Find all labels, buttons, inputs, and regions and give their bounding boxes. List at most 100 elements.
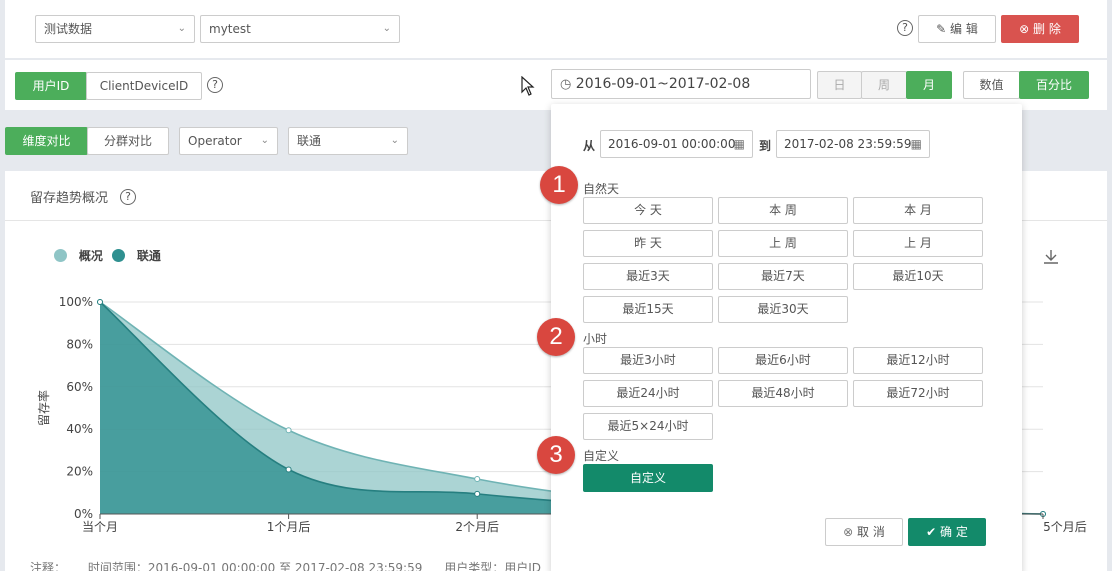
natural-day-option-6[interactable]: 最近3天 — [583, 263, 713, 290]
footer-user-type: 用户类型：用户ID — [444, 561, 541, 571]
from-datetime-value: 2016-09-01 00:00:00 — [608, 137, 736, 151]
badge-3: 3 — [537, 436, 575, 474]
data-point — [285, 466, 292, 473]
chevron-down-icon: ⌄ — [177, 23, 186, 34]
natural-day-option-4[interactable]: 上 周 — [718, 230, 848, 257]
project-select[interactable]: mytest ⌄ — [200, 15, 400, 43]
footer-note-label: 注释： — [30, 561, 67, 571]
hours-option-4[interactable]: 最近48小时 — [718, 380, 848, 407]
download-icon[interactable] — [1043, 249, 1059, 265]
x-tick-label: 5个月后 — [1043, 520, 1087, 534]
hours-option-6[interactable]: 最近5×24小时 — [583, 413, 713, 440]
legend-label-overview: 概况 — [78, 249, 103, 263]
natural-day-option-3[interactable]: 昨 天 — [583, 230, 713, 257]
calendar-icon: ▦ — [910, 137, 922, 151]
x-tick-label: 当个月 — [82, 520, 118, 534]
legend-item-overview[interactable]: 概况 — [54, 247, 103, 264]
filter-value-select[interactable]: 联通 ⌄ — [288, 127, 408, 155]
calendar-icon: ▦ — [733, 137, 745, 151]
legend-swatch-overview — [54, 249, 67, 262]
filter-field-select[interactable]: Operator ⌄ — [179, 127, 278, 155]
check-circle-icon: ✔ — [926, 525, 937, 539]
hours-option-3[interactable]: 最近24小时 — [583, 380, 713, 407]
to-datetime-input[interactable]: 2017-02-08 23:59:59 ▦ — [776, 130, 930, 158]
percent-mode-button[interactable]: 百分比 — [1019, 71, 1089, 99]
data-point — [474, 476, 481, 483]
data-point — [285, 427, 292, 434]
natural-day-label: 自然天 — [583, 182, 620, 196]
delete-label: 删 除 — [1033, 22, 1061, 36]
granularity-week-button[interactable]: 周 — [861, 71, 907, 99]
y-tick-label: 100% — [59, 295, 93, 309]
filter-field-value: Operator — [188, 134, 242, 148]
hours-option-1[interactable]: 最近6小时 — [718, 347, 848, 374]
custom-label: 自定义 — [583, 449, 620, 463]
data-point — [97, 299, 103, 305]
from-label: 从 — [583, 139, 596, 153]
value-mode-button[interactable]: 数值 — [963, 71, 1020, 99]
hours-option-2[interactable]: 最近12小时 — [853, 347, 983, 374]
cancel-button[interactable]: ⊗ 取 消 — [825, 518, 903, 546]
legend-swatch-unicom — [112, 249, 125, 262]
x-tick-label: 2个月后 — [455, 520, 499, 534]
natural-day-option-1[interactable]: 本 周 — [718, 197, 848, 224]
x-tick-label: 1个月后 — [267, 520, 311, 534]
close-circle-icon: ⊗ — [1019, 22, 1030, 36]
y-tick-label: 40% — [66, 422, 93, 436]
edit-label: 编 辑 — [950, 22, 978, 36]
confirm-label: 确 定 — [940, 525, 968, 539]
help-icon[interactable]: ? — [897, 20, 913, 36]
mouse-cursor-icon — [521, 76, 535, 96]
chevron-down-icon: ⌄ — [382, 23, 391, 34]
confirm-button[interactable]: ✔ 确 定 — [908, 518, 986, 546]
y-tick-label: 0% — [74, 507, 93, 521]
custom-button[interactable]: 自定义 — [583, 464, 713, 492]
tab-dimension-compare[interactable]: 维度对比 — [5, 127, 88, 155]
tab-client-device-id[interactable]: ClientDeviceID — [86, 72, 202, 100]
to-label: 到 — [759, 139, 772, 153]
to-datetime-value: 2017-02-08 23:59:59 — [784, 137, 912, 151]
hours-option-5[interactable]: 最近72小时 — [853, 380, 983, 407]
chevron-down-icon: ⌄ — [260, 135, 269, 146]
dataset-select-value: 测试数据 — [44, 22, 93, 36]
footer-time-range: 时间范围：2016-09-01 00:00:00 至 2017-02-08 23… — [87, 561, 423, 571]
legend-label-unicom: 联通 — [136, 249, 161, 263]
from-datetime-input[interactable]: 2016-09-01 00:00:00 ▦ — [600, 130, 753, 158]
edit-button[interactable]: ✎ 编 辑 — [918, 15, 996, 43]
tab-user-id[interactable]: 用户ID — [15, 72, 87, 100]
hours-option-0[interactable]: 最近3小时 — [583, 347, 713, 374]
tab-group-compare[interactable]: 分群对比 — [87, 127, 169, 155]
natural-day-option-0[interactable]: 今 天 — [583, 197, 713, 224]
badge-2: 2 — [537, 318, 575, 356]
y-tick-label: 20% — [66, 465, 93, 479]
natural-day-option-9[interactable]: 最近15天 — [583, 296, 713, 323]
dataset-select[interactable]: 测试数据 ⌄ — [35, 15, 195, 43]
pencil-icon: ✎ — [936, 22, 947, 36]
y-tick-label: 60% — [66, 380, 93, 394]
project-select-value: mytest — [209, 22, 251, 36]
date-range-value: 2016-09-01~2017-02-08 — [575, 76, 751, 92]
y-tick-label: 80% — [66, 337, 93, 351]
granularity-month-button[interactable]: 月 — [906, 71, 952, 99]
filter-value-value: 联通 — [297, 134, 322, 148]
badge-1: 1 — [540, 166, 578, 204]
natural-day-option-7[interactable]: 最近7天 — [718, 263, 848, 290]
chevron-down-icon: ⌄ — [390, 135, 399, 146]
help-icon[interactable]: ? — [120, 189, 136, 205]
granularity-day-button[interactable]: 日 — [817, 71, 862, 99]
natural-day-option-5[interactable]: 上 月 — [853, 230, 983, 257]
data-point — [474, 490, 481, 497]
y-axis-label: 留存率 — [36, 390, 51, 426]
cancel-label: 取 消 — [857, 525, 885, 539]
clock-icon: ◷ — [560, 77, 572, 92]
legend-item-unicom[interactable]: 联通 — [112, 247, 161, 264]
natural-day-option-10[interactable]: 最近30天 — [718, 296, 848, 323]
delete-button[interactable]: ⊗ 删 除 — [1001, 15, 1079, 43]
natural-day-option-2[interactable]: 本 月 — [853, 197, 983, 224]
footer-note: 注释： 时间范围：2016-09-01 00:00:00 至 2017-02-0… — [30, 559, 541, 571]
section-title: 留存趋势概况 — [30, 191, 109, 206]
natural-day-option-8[interactable]: 最近10天 — [853, 263, 983, 290]
date-range-input[interactable]: ◷ 2016-09-01~2017-02-08 — [551, 69, 811, 99]
close-circle-icon: ⊗ — [843, 525, 854, 539]
help-icon[interactable]: ? — [207, 77, 223, 93]
